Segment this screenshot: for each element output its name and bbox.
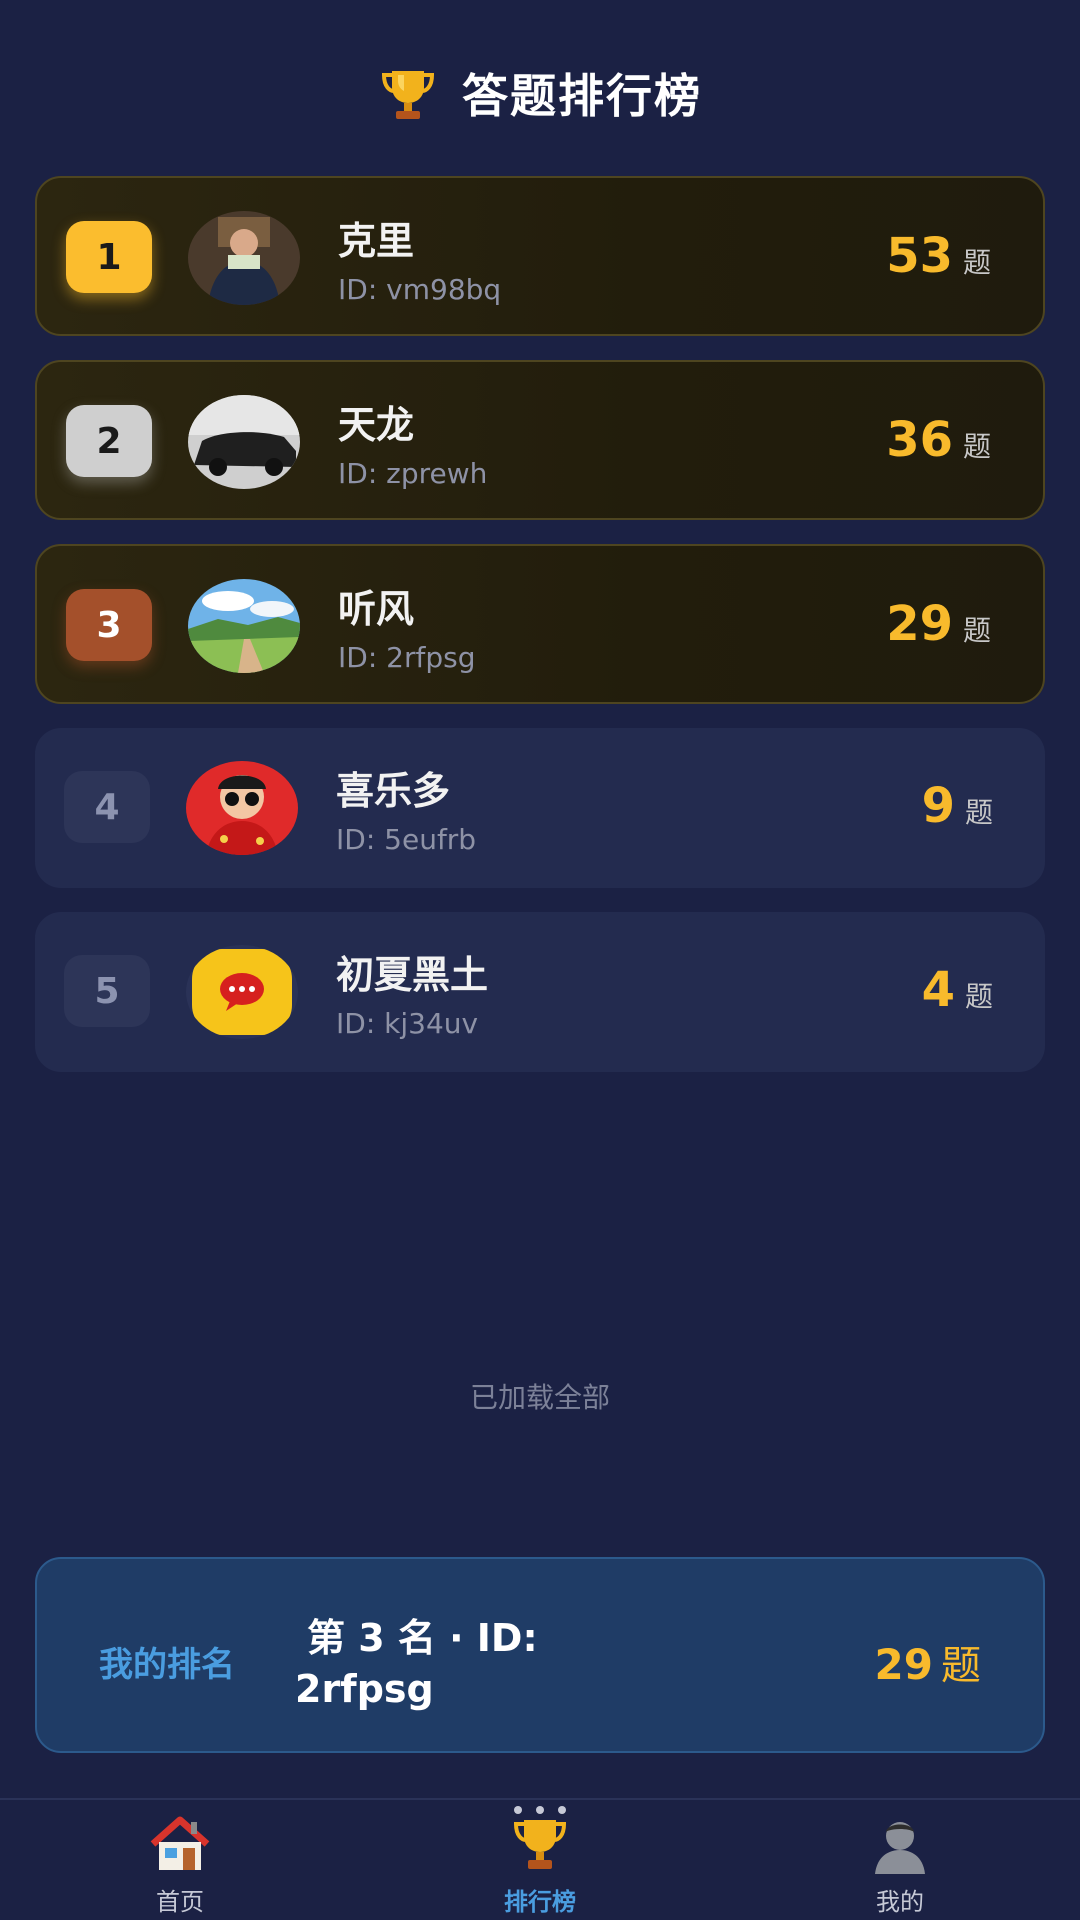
loaded-all-text: 已加载全部 [469,1381,610,1414]
ranking-row[interactable]: 1 克里 ID: vm98bq 53 题 [35,176,1045,336]
user-id: ID: zprewh [338,457,488,490]
rank-badge: 3 [66,589,152,661]
nav-home[interactable]: 首页 [0,1800,360,1920]
user-id: ID: vm98bq [338,273,502,306]
avatar [188,211,300,305]
user-name: 听风 [338,587,415,631]
trophy-icon [513,1820,567,1869]
score: 29 题 [886,596,991,652]
score-unit: 题 [964,796,993,829]
ranking-row[interactable]: 3 听风 ID: 2rfpsg 29 题 [35,544,1045,704]
score: 53 题 [886,228,991,284]
score-value: 9 [921,778,955,834]
user-name: 克里 [338,219,415,263]
score-value: 29 [886,596,953,652]
rank-badge: 4 [64,771,150,843]
page-title: 答题排行榜 [462,69,702,123]
my-rank-position: 第 3 名 · ID: [307,1616,538,1660]
ranking-row[interactable]: 2 天龙 ID: zprewh 36 题 [35,360,1045,520]
nav-home-label: 首页 [156,1888,204,1916]
user-id: ID: 2rfpsg [338,641,476,674]
house-icon [150,1816,210,1870]
rank-badge: 5 [64,955,150,1027]
ranking-list: 1 克里 ID: vm98bq 53 题 2 天龙 ID: zprewh 36 … [35,176,1045,1096]
trophy-icon [381,71,435,119]
rank-badge: 2 [66,405,152,477]
score-value: 36 [886,412,953,468]
ranking-row[interactable]: 4 喜乐多 ID: 5eufrb 9 题 [35,728,1045,888]
my-score-value: 29 [874,1640,933,1689]
avatar [186,761,298,855]
bottom-nav: 首页 排行榜 我的 [0,1798,1080,1920]
user-icon [875,1822,925,1874]
my-rank-card[interactable]: 我的排名 第 3 名 · ID: 2rfpsg 29 题 [35,1557,1045,1753]
score-unit: 题 [962,430,991,463]
nav-ranking[interactable]: 排行榜 [360,1800,720,1920]
avatar [188,579,300,673]
score: 4 题 [922,962,993,1018]
nav-mine[interactable]: 我的 [720,1800,1080,1920]
score: 36 题 [886,412,991,468]
score-unit: 题 [962,614,991,647]
user-name: 初夏黑土 [336,953,489,997]
user-name: 天龙 [338,403,415,447]
rank-badge: 1 [66,221,152,293]
ranking-row[interactable]: 5 初夏黑土 ID: kj34uv 4 题 [35,912,1045,1072]
user-id: ID: kj34uv [336,1007,479,1040]
active-indicator [514,1806,566,1814]
my-score: 29 题 [875,1633,981,1691]
page-header: 答题排行榜 [0,58,1080,128]
score-value: 4 [921,962,955,1018]
avatar [186,945,298,1039]
score-value: 53 [886,228,953,284]
user-name: 喜乐多 [336,769,451,813]
my-rank-id: 2rfpsg [295,1667,434,1711]
nav-ranking-label: 排行榜 [504,1888,576,1916]
score: 9 题 [922,778,993,834]
nav-mine-label: 我的 [876,1888,924,1916]
avatar [188,395,300,489]
user-id: ID: 5eufrb [336,823,477,856]
score-unit: 题 [964,980,993,1013]
score-unit: 题 [962,246,991,279]
my-rank-label: 我的排名 [99,1645,235,1685]
my-score-unit: 题 [941,1643,981,1689]
